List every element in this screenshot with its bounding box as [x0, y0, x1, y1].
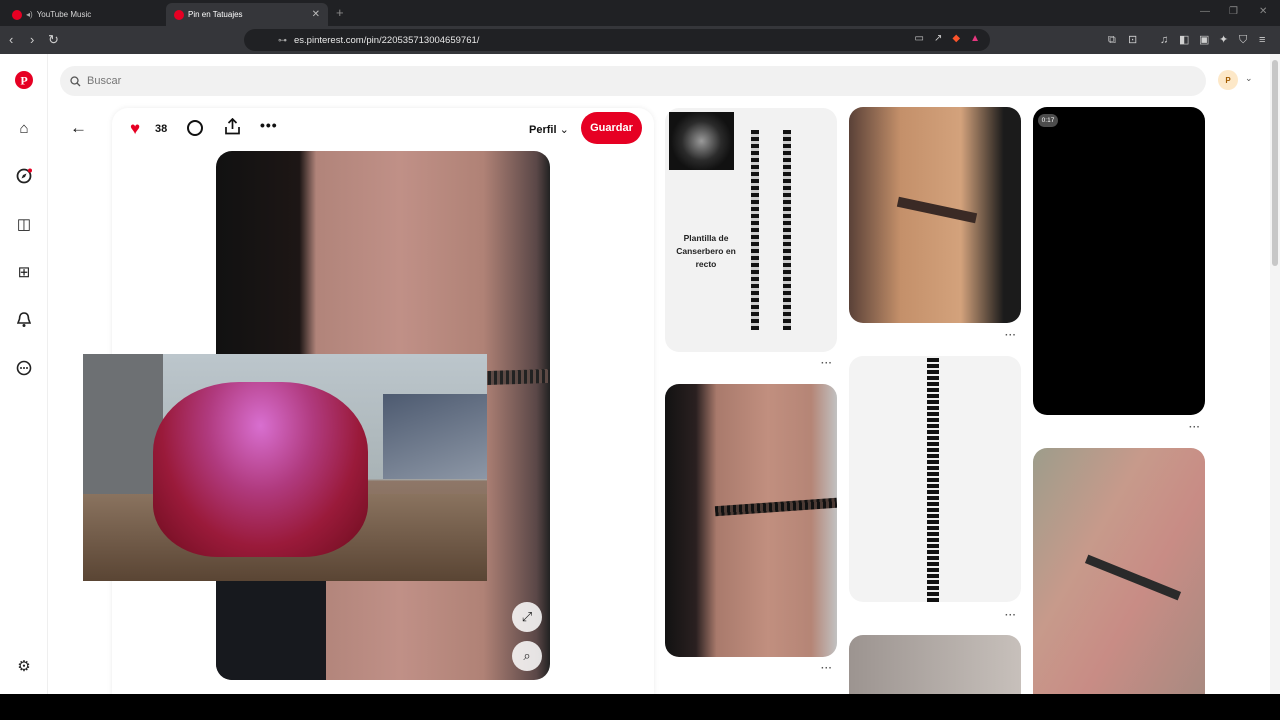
pin-more-button[interactable]: ···	[821, 358, 833, 369]
related-pin-template[interactable]: Plantilla de Canserbero en recto	[665, 108, 837, 352]
speaker-icon: ◂)	[26, 10, 33, 19]
comment-icon[interactable]	[187, 120, 203, 136]
close-tab-icon[interactable]: ✕	[312, 9, 320, 20]
related-pin-arm-lettering[interactable]	[1033, 448, 1205, 694]
related-pin-forearm-snake[interactable]	[665, 384, 837, 657]
explore-icon[interactable]	[14, 166, 34, 186]
related-pin-spine-design[interactable]	[849, 356, 1021, 602]
wallet-icon[interactable]: ▣	[1199, 32, 1209, 48]
template-caption: Plantilla de Canserbero en recto	[676, 233, 736, 269]
pin-more-button[interactable]: ···	[1005, 610, 1017, 621]
related-pin-arm-band[interactable]	[849, 107, 1021, 323]
close-window-icon[interactable]: ✕	[1259, 6, 1267, 17]
brave-shield-icon[interactable]: ◆	[952, 33, 960, 44]
browser-tab-bar: ◂) YouTube Music Pin en Tatuajes ✕ + — ❐…	[0, 0, 1280, 26]
page-scrollbar[interactable]	[1270, 54, 1280, 694]
boards-icon[interactable]: ◫	[14, 214, 34, 234]
related-pin-arm-partial[interactable]	[849, 635, 1021, 694]
leo-ai-icon[interactable]: ✦	[1219, 32, 1228, 48]
video-duration-badge: 0:17	[1038, 114, 1058, 127]
pin-more-button[interactable]: ···	[821, 663, 833, 674]
chevron-down-icon: ⌄	[559, 124, 569, 136]
expand-icon[interactable]: ⤢	[512, 602, 542, 632]
search-input[interactable]: Buscar	[60, 66, 1206, 96]
home-icon[interactable]: ⌂	[14, 118, 34, 138]
like-count: 38	[155, 123, 168, 135]
spine-design-right	[783, 130, 791, 330]
taskbar-strip	[0, 694, 1280, 720]
tattoo-band	[896, 196, 978, 224]
search-placeholder: Buscar	[87, 75, 122, 87]
extensions-icon[interactable]: ⧉	[1108, 32, 1116, 48]
share-page-icon[interactable]: ↗	[934, 33, 942, 44]
avatar[interactable]: P	[1218, 70, 1238, 90]
left-nav: P ⌂ ◫ ⊞ ⚙	[0, 54, 48, 694]
heart-icon[interactable]: ♥	[130, 120, 140, 137]
background-bed	[383, 394, 487, 479]
pin-more-button[interactable]: ···	[1189, 422, 1201, 433]
new-tab-icon[interactable]: +	[336, 5, 344, 20]
background-wall	[83, 354, 163, 494]
site-info-icon[interactable]: ⊶	[278, 35, 287, 46]
back-arrow-icon[interactable]: ←	[70, 118, 87, 138]
save-button[interactable]: Guardar	[581, 112, 642, 144]
spine-design	[927, 358, 939, 602]
youtube-music-favicon-icon	[12, 9, 22, 20]
account-chevron-down-icon[interactable]: ⌄	[1245, 73, 1253, 84]
settings-gear-icon[interactable]: ⚙	[14, 656, 34, 676]
music-icon[interactable]: ♫	[1160, 32, 1168, 48]
messages-icon[interactable]	[14, 358, 34, 378]
pinterest-logo-icon[interactable]: P	[14, 70, 34, 90]
reload-icon[interactable]: ↻	[48, 32, 59, 48]
share-icon[interactable]	[224, 117, 241, 140]
create-icon[interactable]: ⊞	[14, 262, 34, 282]
address-bar[interactable]: ⊶ es.pinterest.com/pin/22053571300465976…	[244, 29, 990, 51]
jar-of-water-beads	[153, 382, 368, 557]
related-pin-video[interactable]: 0:17	[1033, 107, 1205, 415]
tattoo-studio-logo	[669, 112, 734, 170]
pinterest-page: P ⌂ ◫ ⊞ ⚙ Buscar P ⌄ ← ♥ 38 ••• Perfil ⌄…	[0, 54, 1280, 694]
pin-more-button[interactable]: ···	[1005, 330, 1017, 341]
svg-text:P: P	[20, 74, 27, 88]
sidebar-toggle-icon[interactable]: ◧	[1179, 32, 1189, 48]
tab-youtube-music[interactable]: ◂) YouTube Music	[4, 3, 164, 26]
tab-title: YouTube Music	[36, 10, 92, 19]
screenshot-icon[interactable]: ⊡	[1128, 32, 1137, 48]
cast-icon[interactable]: ▭	[915, 33, 924, 44]
browser-toolbar: ‹ › ↻ ⊓ ⊶ es.pinterest.com/pin/220535713…	[0, 26, 1280, 54]
vpn-icon[interactable]: ⛉	[1239, 32, 1247, 48]
dark-shirt-area	[216, 581, 326, 680]
tattoo-band	[714, 497, 837, 517]
url-text: es.pinterest.com/pin/220535713004659761/	[294, 34, 480, 46]
brave-rewards-icon[interactable]: ▲	[970, 33, 980, 44]
tab-title: Pin en Tatuajes	[188, 10, 243, 19]
maximize-icon[interactable]: ❐	[1229, 6, 1238, 17]
spine-design-left	[751, 130, 759, 330]
tattoo-band	[1084, 554, 1182, 601]
minimize-icon[interactable]: —	[1200, 6, 1210, 17]
forward-nav-icon[interactable]: ›	[30, 32, 34, 48]
profile-label: Perfil	[529, 124, 557, 136]
search-icon	[70, 75, 81, 86]
notifications-icon[interactable]	[14, 310, 34, 330]
more-options-icon[interactable]: •••	[260, 117, 278, 133]
overlay-video-jar	[83, 354, 487, 581]
tab-pinterest[interactable]: Pin en Tatuajes ✕	[166, 3, 328, 26]
pinterest-favicon-icon	[174, 9, 184, 20]
visual-search-icon[interactable]: ⌕	[512, 641, 542, 671]
menu-icon[interactable]: ≡	[1259, 32, 1265, 48]
scrollbar-thumb[interactable]	[1272, 60, 1278, 266]
back-nav-icon[interactable]: ‹	[9, 32, 13, 48]
profile-dropdown[interactable]: Perfil ⌄	[529, 123, 569, 136]
